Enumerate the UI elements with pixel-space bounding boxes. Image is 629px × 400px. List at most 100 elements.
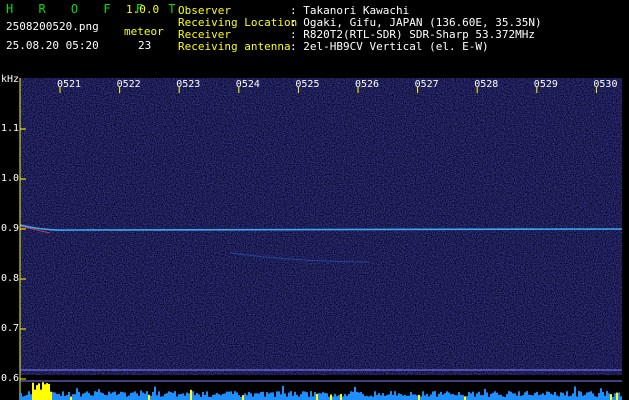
spectrum-bar bbox=[384, 395, 386, 400]
spectrum-bar bbox=[214, 394, 216, 400]
spectrum-bar bbox=[414, 394, 416, 400]
spectrum-bar bbox=[620, 396, 622, 400]
spectrum-bar bbox=[370, 395, 372, 400]
spectrum-bar bbox=[204, 394, 206, 400]
spectrum-bar bbox=[608, 393, 610, 400]
spectrum-bar bbox=[618, 392, 620, 400]
spectrum-bar bbox=[562, 392, 564, 400]
spectrum-bar bbox=[606, 391, 608, 400]
spectrum-bar bbox=[30, 394, 32, 400]
spectrum-bar bbox=[128, 395, 130, 400]
x-tick-label: 0525 bbox=[295, 79, 320, 90]
spectrum-bar bbox=[224, 393, 226, 400]
spectrum-bar bbox=[528, 394, 530, 400]
spectrum-bar bbox=[520, 395, 522, 400]
spectrum-bar bbox=[150, 395, 152, 400]
spectrum-bar bbox=[320, 393, 322, 400]
spectrum-bar bbox=[88, 393, 90, 400]
spectrum-bar bbox=[236, 392, 238, 400]
spectrum-bar bbox=[324, 393, 326, 400]
spectrum-bar bbox=[218, 394, 220, 400]
spectrum-bar bbox=[34, 389, 36, 400]
unit-label: kHz bbox=[1, 74, 20, 85]
spectrum-bar bbox=[78, 391, 80, 400]
spectrum-bar bbox=[80, 396, 82, 400]
spectrum-bar bbox=[434, 391, 436, 400]
spectrum-bar bbox=[260, 391, 262, 400]
spectrum-bar bbox=[46, 383, 48, 400]
spectrum-bar bbox=[24, 395, 26, 400]
spectrum-bar bbox=[560, 392, 562, 400]
spectrum-bar bbox=[568, 396, 570, 400]
spectrum-bar bbox=[248, 391, 250, 400]
spectrum-bar bbox=[296, 394, 298, 400]
spectrum-bar bbox=[392, 394, 394, 400]
spectrum-bar bbox=[490, 393, 492, 400]
spectrum-bar bbox=[140, 390, 142, 400]
spectrum-bar bbox=[482, 395, 484, 400]
spectrum-bar bbox=[584, 394, 586, 400]
spectrum-bar bbox=[124, 392, 126, 400]
spectrum-bar bbox=[536, 391, 538, 400]
spectrum-bar bbox=[136, 393, 138, 400]
spectrum-bar bbox=[238, 395, 240, 400]
spectrum-bar bbox=[472, 391, 474, 400]
spectrum-bar bbox=[516, 395, 518, 400]
spectrum-bar bbox=[114, 391, 116, 400]
spectrum-bar bbox=[480, 395, 482, 400]
spectrum-bar bbox=[234, 391, 236, 400]
spectrum-bar bbox=[250, 393, 252, 400]
spectrum-bar bbox=[252, 396, 254, 400]
spectrum-bar bbox=[290, 391, 292, 400]
spectrum-bar bbox=[130, 392, 132, 400]
spectrum-bar bbox=[492, 392, 494, 400]
spectrum-bar bbox=[586, 392, 588, 400]
spectrum-bar bbox=[424, 395, 426, 400]
spectrum-bar bbox=[564, 395, 566, 400]
spectrum-bar bbox=[464, 396, 466, 400]
spectrum-bar bbox=[554, 392, 556, 400]
spectrum-bar bbox=[466, 396, 468, 400]
spectrum-bar bbox=[406, 395, 408, 400]
x-tick-label: 0528 bbox=[474, 79, 499, 90]
spectrum-bar bbox=[158, 391, 160, 400]
spectrum-bar bbox=[310, 391, 312, 400]
spectrum-bar bbox=[402, 395, 404, 400]
spectrum-bar bbox=[448, 392, 450, 400]
spectrum-bar bbox=[538, 395, 540, 400]
spectrum-bar bbox=[272, 392, 274, 400]
spectrum-bar bbox=[160, 396, 162, 400]
spectrum-bar bbox=[412, 394, 414, 400]
spectrum-bar bbox=[56, 393, 58, 400]
spectrum-bar bbox=[602, 392, 604, 400]
y-tick-label: 1.1 bbox=[1, 123, 20, 134]
spectrum-bar bbox=[52, 392, 54, 400]
spectrum-bar bbox=[360, 392, 362, 400]
spectrum-bar bbox=[288, 392, 290, 400]
spectrum-bar bbox=[512, 393, 514, 400]
spectrum-bar bbox=[420, 396, 422, 400]
spectrum-bar bbox=[232, 394, 234, 400]
spectrum-bar bbox=[380, 395, 382, 400]
spectrum-bar bbox=[444, 393, 446, 400]
spectrum-bar bbox=[498, 394, 500, 400]
spectrum-bar bbox=[362, 394, 364, 400]
spectrum-bar bbox=[546, 391, 548, 400]
spectrum-bar bbox=[74, 394, 76, 400]
spectrum-bar bbox=[196, 393, 198, 400]
spectrum-bar bbox=[494, 391, 496, 400]
spectrum-bar bbox=[104, 394, 106, 400]
spectrum-bar bbox=[508, 391, 510, 400]
spectrum-bar bbox=[164, 393, 166, 400]
spectrum-bar bbox=[462, 395, 464, 400]
spectrum-bar bbox=[186, 392, 188, 400]
spectrum-bar bbox=[176, 396, 178, 400]
spectrum-bar bbox=[302, 391, 304, 400]
spectrum-bar bbox=[382, 393, 384, 400]
spectrum-bar bbox=[62, 391, 64, 400]
spectrum-bar bbox=[84, 392, 86, 400]
spectrum-bar bbox=[376, 395, 378, 400]
spectrum-bar bbox=[486, 392, 488, 400]
spectrum-bar bbox=[572, 393, 574, 400]
y-tick-label: 0.7 bbox=[1, 323, 20, 334]
